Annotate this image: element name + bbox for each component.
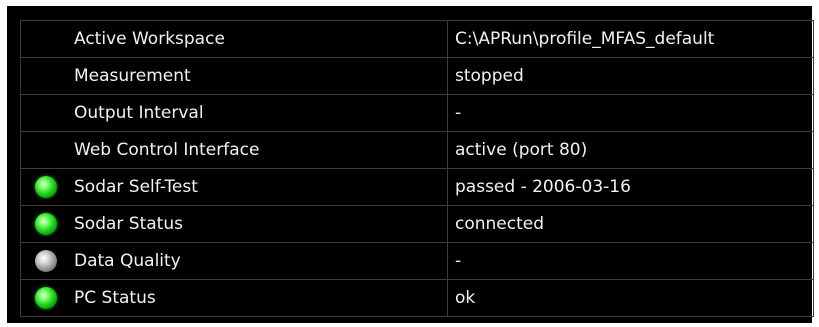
- label-cell: Sodar Status: [20, 205, 448, 243]
- status-row-web-control-interface: Web Control Interface active (port 80): [20, 131, 814, 169]
- row-value: ok: [447, 279, 814, 317]
- label-cell: Sodar Self-Test: [20, 168, 448, 206]
- status-table: Active Workspace C:\APRun\profile_MFAS_d…: [20, 20, 814, 317]
- status-ok-led-icon: [35, 176, 57, 198]
- status-row-sodar-status: Sodar Status connected: [20, 205, 814, 243]
- status-panel: Active Workspace C:\APRun\profile_MFAS_d…: [7, 6, 814, 323]
- row-value: -: [447, 242, 814, 280]
- row-label: Data Quality: [74, 251, 181, 271]
- status-row-output-interval: Output Interval -: [20, 94, 814, 132]
- label-cell: Active Workspace: [20, 20, 448, 58]
- label-cell: Output Interval: [20, 94, 448, 132]
- row-label: Sodar Status: [74, 214, 183, 234]
- row-value: -: [447, 94, 814, 132]
- label-cell: Web Control Interface: [20, 131, 448, 169]
- status-ok-led-icon: [35, 213, 57, 235]
- row-label: Measurement: [74, 66, 191, 86]
- status-row-data-quality: Data Quality -: [20, 242, 814, 280]
- status-row-active-workspace: Active Workspace C:\APRun\profile_MFAS_d…: [20, 20, 814, 58]
- status-row-pc-status: PC Status ok: [20, 279, 814, 317]
- row-value: active (port 80): [447, 131, 814, 169]
- status-unknown-led-icon: [35, 250, 57, 272]
- row-label: Web Control Interface: [74, 140, 260, 160]
- row-label: Output Interval: [74, 103, 204, 123]
- row-label: Sodar Self-Test: [74, 177, 198, 197]
- row-value: C:\APRun\profile_MFAS_default: [447, 20, 814, 58]
- row-value: connected: [447, 205, 814, 243]
- label-cell: Measurement: [20, 57, 448, 95]
- status-row-sodar-self-test: Sodar Self-Test passed - 2006-03-16: [20, 168, 814, 206]
- row-value: stopped: [447, 57, 814, 95]
- label-cell: PC Status: [20, 279, 448, 317]
- status-ok-led-icon: [35, 287, 57, 309]
- status-row-measurement: Measurement stopped: [20, 57, 814, 95]
- row-label: PC Status: [74, 288, 156, 308]
- row-label: Active Workspace: [74, 29, 225, 49]
- label-cell: Data Quality: [20, 242, 448, 280]
- row-value: passed - 2006-03-16: [447, 168, 814, 206]
